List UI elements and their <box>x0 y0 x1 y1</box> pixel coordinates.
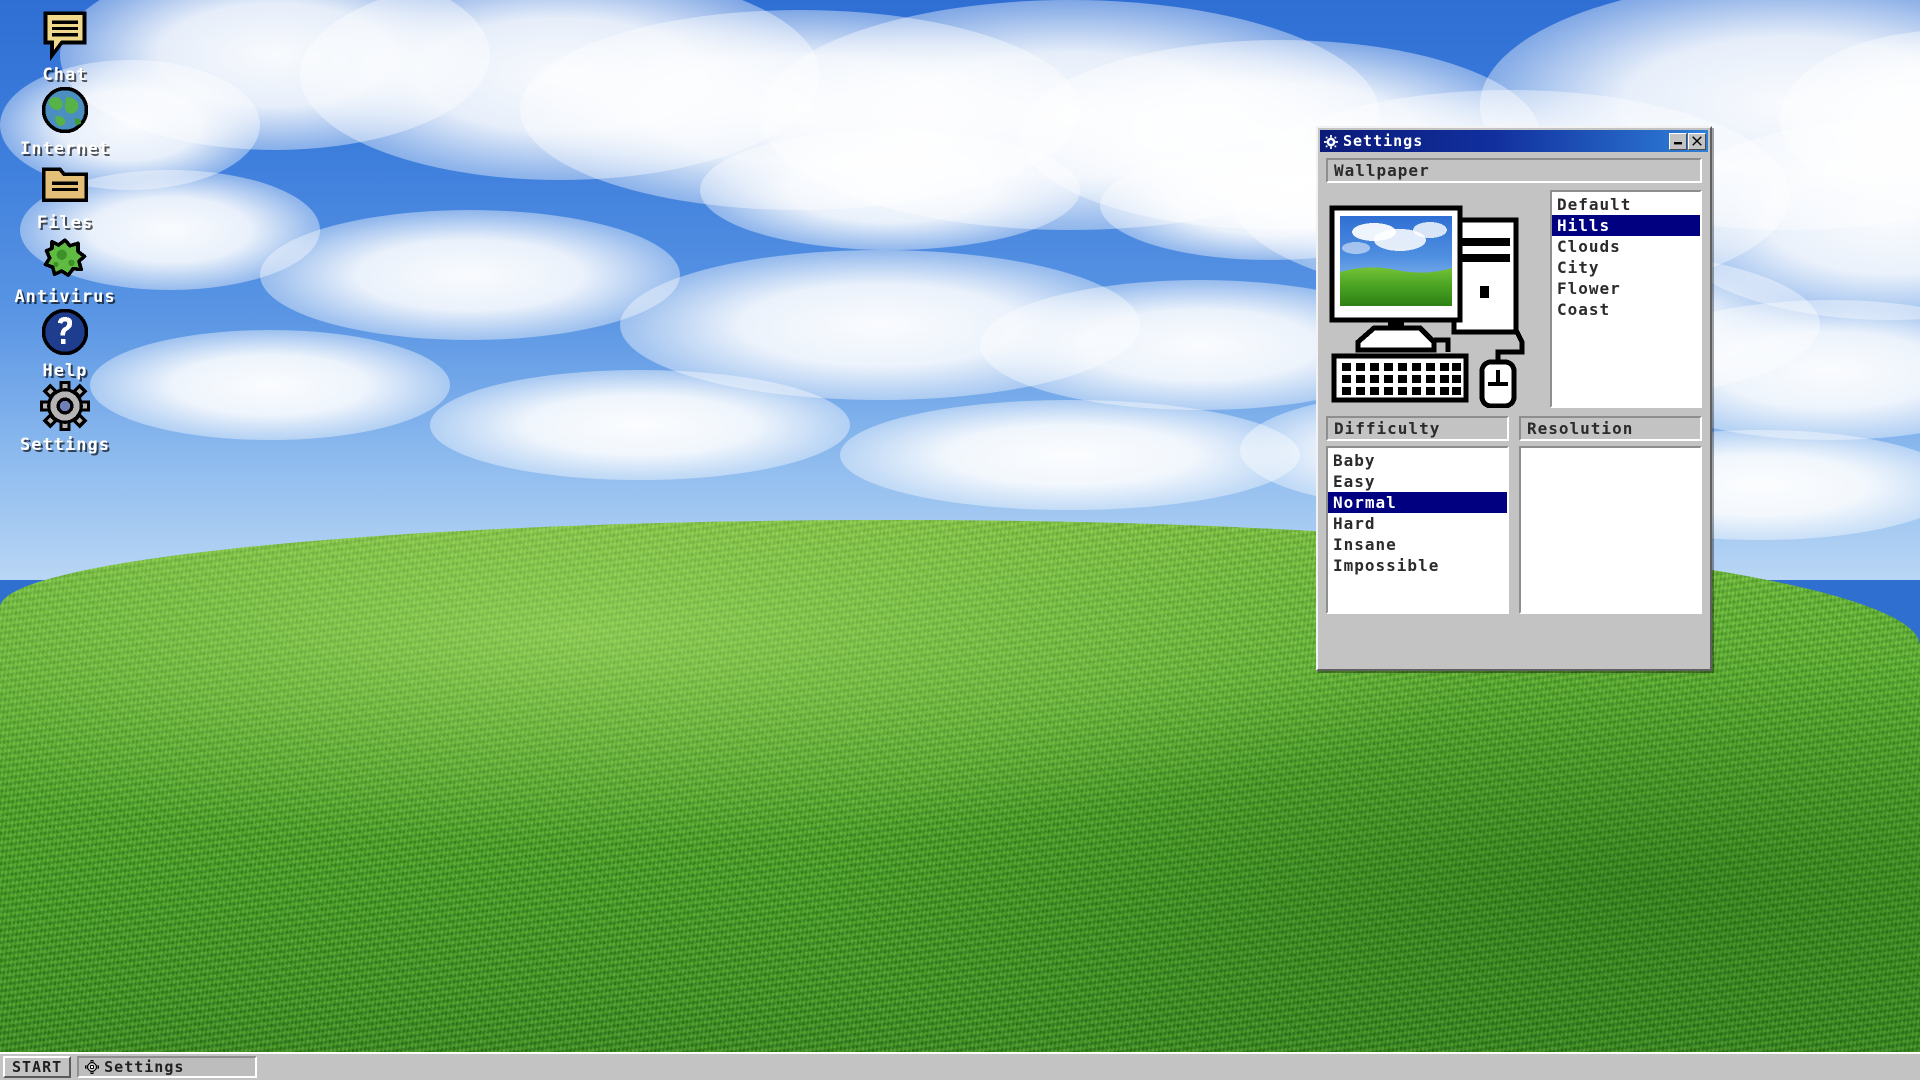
taskbar-item-settings[interactable]: Settings <box>77 1056 258 1078</box>
desktop-icon-files[interactable]: Files <box>0 158 130 232</box>
computer-monitor-keyboard-mouse-icon <box>1326 190 1538 409</box>
list-item[interactable]: Hills <box>1552 215 1700 236</box>
gear-icon <box>1324 134 1338 149</box>
desktop-icon-help[interactable]: Help <box>0 306 130 380</box>
list-item[interactable]: Coast <box>1552 299 1700 320</box>
list-item[interactable]: Easy <box>1328 471 1507 492</box>
window-titlebar[interactable]: Settings <box>1320 130 1708 152</box>
start-button[interactable]: START <box>3 1056 72 1078</box>
desktop-icon-antivirus[interactable]: Antivirus <box>0 232 130 306</box>
resolution-listbox[interactable] <box>1519 446 1702 614</box>
list-item[interactable]: Default <box>1552 194 1700 215</box>
gear-icon <box>85 1060 99 1074</box>
desktop-icon-settings[interactable]: Settings <box>0 380 130 454</box>
desktop-icon-label: Antivirus <box>14 287 116 307</box>
chat-bubble-icon <box>39 10 91 62</box>
window-title: Settings <box>1343 132 1424 150</box>
wallpaper-section: Default Hills Clouds City Flower Coast <box>1326 190 1702 409</box>
minimize-icon[interactable] <box>1669 132 1687 150</box>
desktop-icon-internet[interactable]: Internet <box>0 84 130 158</box>
desktop-icon-chat[interactable]: Chat <box>0 10 130 84</box>
desktop-icon-label: Settings <box>20 435 110 455</box>
desktop-icon-label: Chat <box>42 65 88 85</box>
list-item[interactable]: City <box>1552 257 1700 278</box>
folder-icon <box>39 158 91 210</box>
settings-window[interactable]: Settings Wallpaper Default Hills Clouds … <box>1316 126 1712 671</box>
close-icon[interactable] <box>1688 132 1706 150</box>
question-mark-sphere-icon <box>39 306 91 358</box>
wallpaper-group-header: Wallpaper <box>1326 158 1702 183</box>
difficulty-group-header: Difficulty <box>1326 416 1509 441</box>
desktop-icon-label: Files <box>36 213 94 233</box>
desktop[interactable]: Chat Internet Files Antivirus Help Setti… <box>0 0 1920 1080</box>
list-item[interactable]: Insane <box>1328 534 1507 555</box>
list-item[interactable]: Clouds <box>1552 236 1700 257</box>
gear-icon <box>39 380 91 432</box>
taskbar-task-list: Settings <box>71 1056 258 1078</box>
desktop-icon-label: Internet <box>20 139 110 159</box>
resolution-group-header: Resolution <box>1519 416 1702 441</box>
taskbar-item-label: Settings <box>104 1058 185 1076</box>
list-item[interactable]: Impossible <box>1328 555 1507 576</box>
taskbar[interactable]: START Settings <box>0 1052 1920 1080</box>
germ-icon <box>39 232 91 284</box>
window-body: Wallpaper Default Hills Clouds City Flow… <box>1318 152 1710 671</box>
globe-icon <box>39 84 91 136</box>
difficulty-group: Difficulty Baby Easy Normal Hard Insane Impos… <box>1326 416 1509 614</box>
difficulty-listbox[interactable]: Baby Easy Normal Hard Insane Impossible <box>1326 446 1509 614</box>
list-item[interactable]: Hard <box>1328 513 1507 534</box>
list-item[interactable]: Baby <box>1328 450 1507 471</box>
desktop-icon-label: Help <box>42 361 88 381</box>
wallpaper-listbox[interactable]: Default Hills Clouds City Flower Coast <box>1550 190 1702 408</box>
list-item[interactable]: Flower <box>1552 278 1700 299</box>
bottom-groups: Difficulty Baby Easy Normal Hard Insane Impos… <box>1326 416 1702 614</box>
resolution-group: Resolution <box>1519 416 1702 614</box>
list-item[interactable]: Normal <box>1328 492 1507 513</box>
